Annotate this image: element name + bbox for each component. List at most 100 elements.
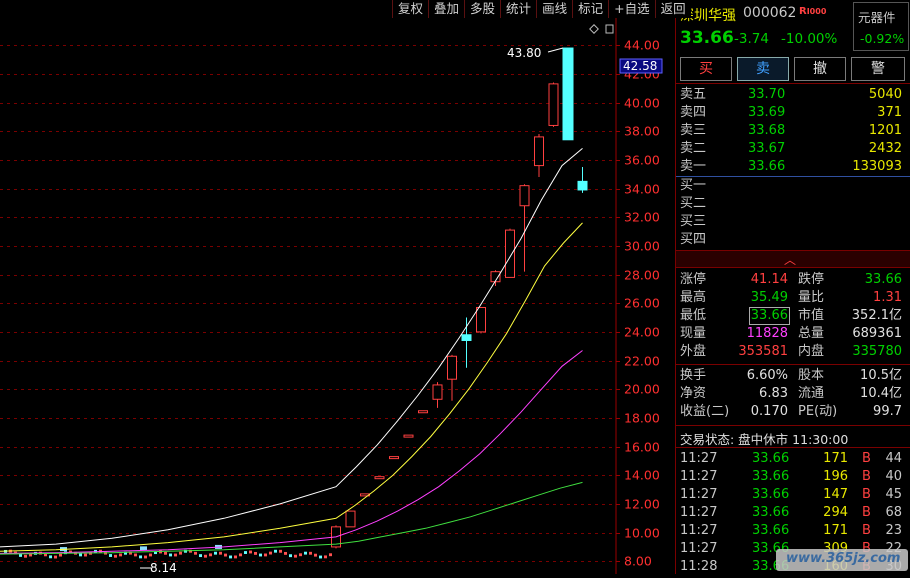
- toolbar-stats-button[interactable]: 统计: [500, 0, 537, 18]
- ask-volume: 5040: [868, 87, 902, 102]
- ask-level-label: 卖四: [680, 105, 707, 120]
- early-candle: [79, 553, 82, 557]
- y-tick-label: 38.00: [624, 124, 660, 139]
- early-candle: [119, 553, 122, 557]
- bid-row[interactable]: 买三: [676, 213, 910, 231]
- tick-direction: B: [862, 505, 871, 520]
- tick-count: 68: [885, 505, 902, 520]
- candlestick-chart[interactable]: 8.00 10.00 12.00 14.00 16.00 18.00 20.00 22.00 2…: [0, 0, 675, 575]
- current-volume-value: 11828: [746, 326, 788, 341]
- chart-canvas[interactable]: 8.00 10.00 12.00 14.00 16.00 18.00 20.00 22.00 2…: [0, 0, 675, 575]
- net-assets-value: 6.83: [759, 386, 788, 401]
- buy-button[interactable]: 买: [680, 57, 732, 81]
- eps-value: 0.170: [750, 404, 788, 419]
- early-candle: [284, 551, 287, 555]
- tick-volume: 171: [823, 523, 848, 538]
- ask-volume: 133093: [852, 159, 902, 174]
- ask-level-label: 卖二: [680, 141, 707, 156]
- bid-row[interactable]: 买一: [676, 177, 910, 195]
- watermark-text: www.365jz.com: [786, 551, 901, 566]
- current-price-label: 42.58: [623, 59, 657, 73]
- candle-body: [418, 410, 428, 414]
- toolbar-fuquan-button[interactable]: 复权: [392, 0, 429, 18]
- early-candle: [179, 551, 182, 555]
- sector-change: -0.92%: [860, 31, 905, 46]
- toolbar-add-watchlist-button[interactable]: +自选: [608, 0, 655, 18]
- share-capital-label: 股本: [798, 368, 825, 383]
- tick-volume: 171: [823, 451, 848, 466]
- divider: [676, 447, 910, 448]
- divider: [676, 425, 910, 426]
- toolbar-mark-button[interactable]: 标记: [572, 0, 609, 18]
- early-candle: [244, 551, 247, 554]
- cancel-order-button[interactable]: 撤: [794, 57, 846, 81]
- ask-row[interactable]: 卖三 33.68 1201: [676, 122, 910, 140]
- bid-row[interactable]: 买四: [676, 231, 910, 249]
- tick-volume: 196: [823, 469, 848, 484]
- early-candle: [59, 553, 62, 557]
- toolbar-overlay-button[interactable]: 叠加: [428, 0, 465, 18]
- pe-label: PE(动): [798, 404, 838, 419]
- toolbar-draw-line-button[interactable]: 画线: [536, 0, 573, 18]
- ask-level-label: 卖一: [680, 159, 707, 174]
- ask-row[interactable]: 卖一 33.66 133093: [676, 158, 910, 176]
- toolbar-multi-stock-button[interactable]: 多股: [464, 0, 501, 18]
- divider: [676, 83, 910, 84]
- volume-ratio-label: 量比: [798, 290, 825, 305]
- early-candle: [84, 553, 87, 557]
- candle-body: [577, 180, 588, 191]
- chevron-up-icon[interactable]: ︿: [784, 251, 796, 268]
- candle-body: [476, 307, 486, 333]
- toolbar-back-button[interactable]: 返回: [654, 0, 691, 18]
- inner-volume-value: 335780: [852, 344, 902, 359]
- volume-ratio-value: 1.31: [873, 290, 902, 305]
- ask-row[interactable]: 卖五 33.70 5040: [676, 86, 910, 104]
- y-tick-label: 18.00: [624, 411, 660, 426]
- early-candle: [109, 554, 112, 557]
- limit-up-value: 41.14: [750, 272, 788, 287]
- early-candle: [229, 555, 232, 559]
- tick-volume: 294: [823, 505, 848, 520]
- y-tick-label: 20.00: [624, 382, 660, 397]
- tick-price: 33.66: [752, 523, 790, 538]
- high-value: 35.49: [750, 290, 788, 305]
- early-candle: [49, 555, 52, 559]
- moving-average-line: [0, 350, 583, 554]
- inner-volume-label: 内盘: [798, 344, 825, 359]
- chart-toolbar: 复权 叠加 多股 统计 画线 标记 +自选 返回: [392, 0, 691, 18]
- early-candle: [174, 553, 177, 557]
- early-candle: [289, 554, 292, 558]
- candle-body: [519, 185, 530, 207]
- y-tick-label: 44.00: [624, 38, 660, 53]
- early-candle: [329, 553, 332, 557]
- candle-body: [505, 229, 515, 278]
- bid-level-label: 买一: [680, 178, 707, 193]
- ask-volume: 371: [877, 105, 902, 120]
- early-candle: [169, 553, 172, 557]
- tick-count: 44: [885, 451, 902, 466]
- float-shares-label: 流通: [798, 386, 825, 401]
- tick-time: 11:27: [680, 469, 718, 484]
- early-candle: [214, 551, 217, 555]
- early-candle: [279, 549, 282, 553]
- ask-row[interactable]: 卖二 33.67 2432: [676, 140, 910, 158]
- tick-price: 33.66: [752, 505, 790, 520]
- early-candle: [149, 553, 152, 557]
- tick-time: 11:28: [680, 559, 718, 574]
- tick-row: 11:27 33.66 147 B 45: [676, 486, 910, 504]
- bid-row[interactable]: 买二: [676, 195, 910, 213]
- tick-count: 23: [885, 523, 902, 538]
- bid-level-label: 买四: [680, 232, 707, 247]
- tick-row: 11:27 33.66 171 B 23: [676, 522, 910, 540]
- outer-volume-value: 353581: [738, 344, 788, 359]
- ask-row[interactable]: 卖四 33.69 371: [676, 104, 910, 122]
- sell-button[interactable]: 卖: [737, 57, 789, 81]
- max-price-label: 43.80: [507, 46, 541, 60]
- ask-level-label: 卖三: [680, 123, 707, 138]
- alert-button[interactable]: 警: [851, 57, 905, 81]
- early-candle: [140, 546, 147, 551]
- tick-time: 11:27: [680, 487, 718, 502]
- quote-panel: 深圳华强 000062 RI000 元器件 -0.92% 33.66 -3.74…: [676, 0, 910, 574]
- y-tick-label: 10.00: [624, 526, 660, 541]
- pe-value: 99.7: [873, 404, 902, 419]
